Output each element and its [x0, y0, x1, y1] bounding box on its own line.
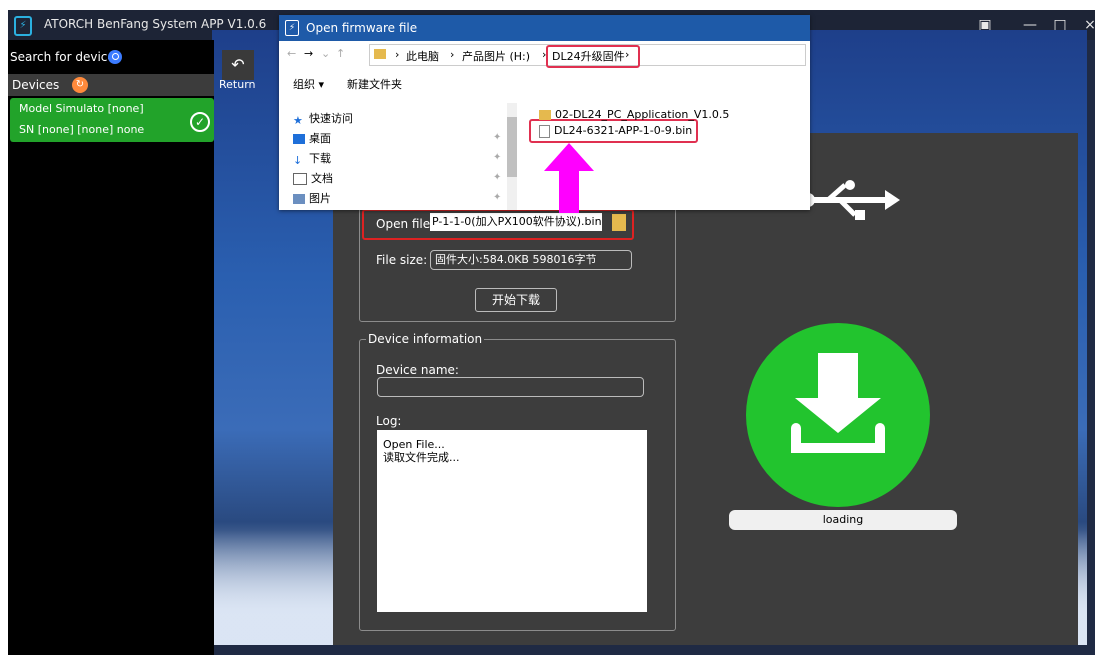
check-icon: ✓ — [190, 112, 210, 132]
desktop-icon — [293, 134, 305, 144]
open-file-label: Open file: — [376, 217, 435, 231]
nav-item[interactable]: ★ 快速访问 — [293, 110, 353, 127]
file-size-field: 固件大小:584.0KB 598016字节 — [430, 250, 632, 270]
loading-bar: loading — [729, 510, 957, 530]
address-row: ← → ⌄ ↑ › 此电脑 › 产品图片 (H:) › DL24升级固件 › — [279, 41, 810, 68]
app-title: ATORCH BenFang System APP V1.0.6 — [44, 17, 267, 31]
log-line: 读取文件完成... — [383, 451, 460, 464]
nav-item[interactable]: 文档 — [293, 170, 333, 186]
nav-pane: ★ 快速访问 桌面 ↓ 下载 文档 图片 ✦ ✦ ✦ ✦ — [279, 100, 519, 210]
device-info-legend: Device information — [366, 332, 485, 346]
breadcrumb-sep: › — [395, 48, 400, 61]
download-arrow-icon: ↓ — [293, 154, 303, 167]
new-folder-button[interactable]: 新建文件夹 — [347, 76, 402, 92]
device-card[interactable]: Model Simulato [none] SN [none] [none] n… — [10, 98, 214, 142]
app-logo-icon: ⚡ — [14, 16, 32, 36]
back-icon[interactable]: ← — [287, 47, 296, 60]
pin-icon[interactable]: ✦ — [493, 152, 501, 163]
devices-label: Devices — [12, 78, 60, 92]
log-label: Log: — [376, 414, 402, 428]
history-icon[interactable]: ⌄ — [321, 47, 330, 60]
pin-icon[interactable]: ✦ — [493, 192, 501, 203]
file-size-label: File size: — [376, 253, 428, 267]
return-label: Return — [219, 78, 256, 91]
search-label: Search for device — [10, 50, 115, 64]
sidebar: Search for device Devices ↻ Model Simula… — [8, 40, 214, 655]
breadcrumb-sep: › — [450, 48, 455, 61]
dialog-toolbar: 组织 ▾ 新建文件夹 — [279, 70, 810, 94]
nav-item[interactable]: 图片 — [293, 190, 331, 206]
usb-icon — [801, 180, 900, 220]
pin-icon[interactable]: ✦ — [493, 172, 501, 183]
nav-item[interactable]: 桌面 — [293, 130, 331, 146]
file-icon — [539, 124, 550, 138]
file-item[interactable]: 02-DL24_PC_Application_V1.0.5 — [539, 108, 729, 121]
return-button[interactable]: ↶ — [222, 50, 254, 80]
device-model: Model Simulato [none] — [19, 102, 144, 115]
dialog-title: Open firmware file — [306, 21, 418, 35]
return-column: ↶ Return — [214, 40, 264, 655]
organize-menu[interactable]: 组织 ▾ — [293, 76, 324, 92]
nav-scrollbar[interactable] — [507, 103, 517, 210]
breadcrumb[interactable]: 此电脑 — [406, 48, 439, 64]
folder-icon — [374, 49, 386, 59]
search-row[interactable]: Search for device — [8, 48, 214, 70]
open-file-dialog: ⚡ Open firmware file ← → ⌄ ↑ › 此电脑 › 产品图… — [279, 15, 810, 213]
star-icon: ★ — [293, 114, 303, 127]
pin-icon[interactable]: ✦ — [493, 132, 501, 143]
document-icon — [293, 173, 307, 185]
folder-icon[interactable] — [612, 214, 626, 231]
start-download-button[interactable]: 开始下载 — [475, 288, 557, 312]
log-box: Open File... 读取文件完成... — [377, 430, 647, 612]
breadcrumb[interactable]: DL24升级固件 — [552, 48, 625, 64]
picture-icon — [293, 194, 305, 204]
up-icon[interactable]: ↑ — [336, 47, 345, 60]
open-file-input[interactable]: P-1-1-0(加入PX100软件协议).bin — [430, 213, 602, 231]
devices-header: Devices ↻ — [8, 74, 214, 96]
search-icon[interactable] — [108, 50, 122, 64]
forward-icon[interactable]: → — [304, 47, 313, 60]
download-icon — [746, 323, 930, 507]
scroll-thumb[interactable] — [507, 117, 517, 177]
file-item[interactable]: DL24-6321-APP-1-0-9.bin — [539, 124, 692, 138]
device-name-field[interactable] — [377, 377, 644, 397]
refresh-icon[interactable]: ↻ — [72, 77, 88, 93]
pointer-arrow — [544, 143, 594, 213]
address-bar[interactable]: › 此电脑 › 产品图片 (H:) › DL24升级固件 › — [369, 44, 806, 68]
breadcrumb-sep: › — [625, 48, 630, 61]
folder-icon — [539, 110, 551, 120]
dialog-app-icon: ⚡ — [285, 20, 299, 36]
log-line: Open File... — [383, 438, 445, 451]
device-name-label: Device name: — [376, 363, 459, 377]
nav-item[interactable]: ↓ 下载 — [293, 150, 331, 167]
device-sn: SN [none] [none] none — [19, 123, 145, 136]
breadcrumb[interactable]: 产品图片 (H:) — [462, 48, 530, 64]
dialog-title-bar: ⚡ Open firmware file — [279, 15, 810, 41]
